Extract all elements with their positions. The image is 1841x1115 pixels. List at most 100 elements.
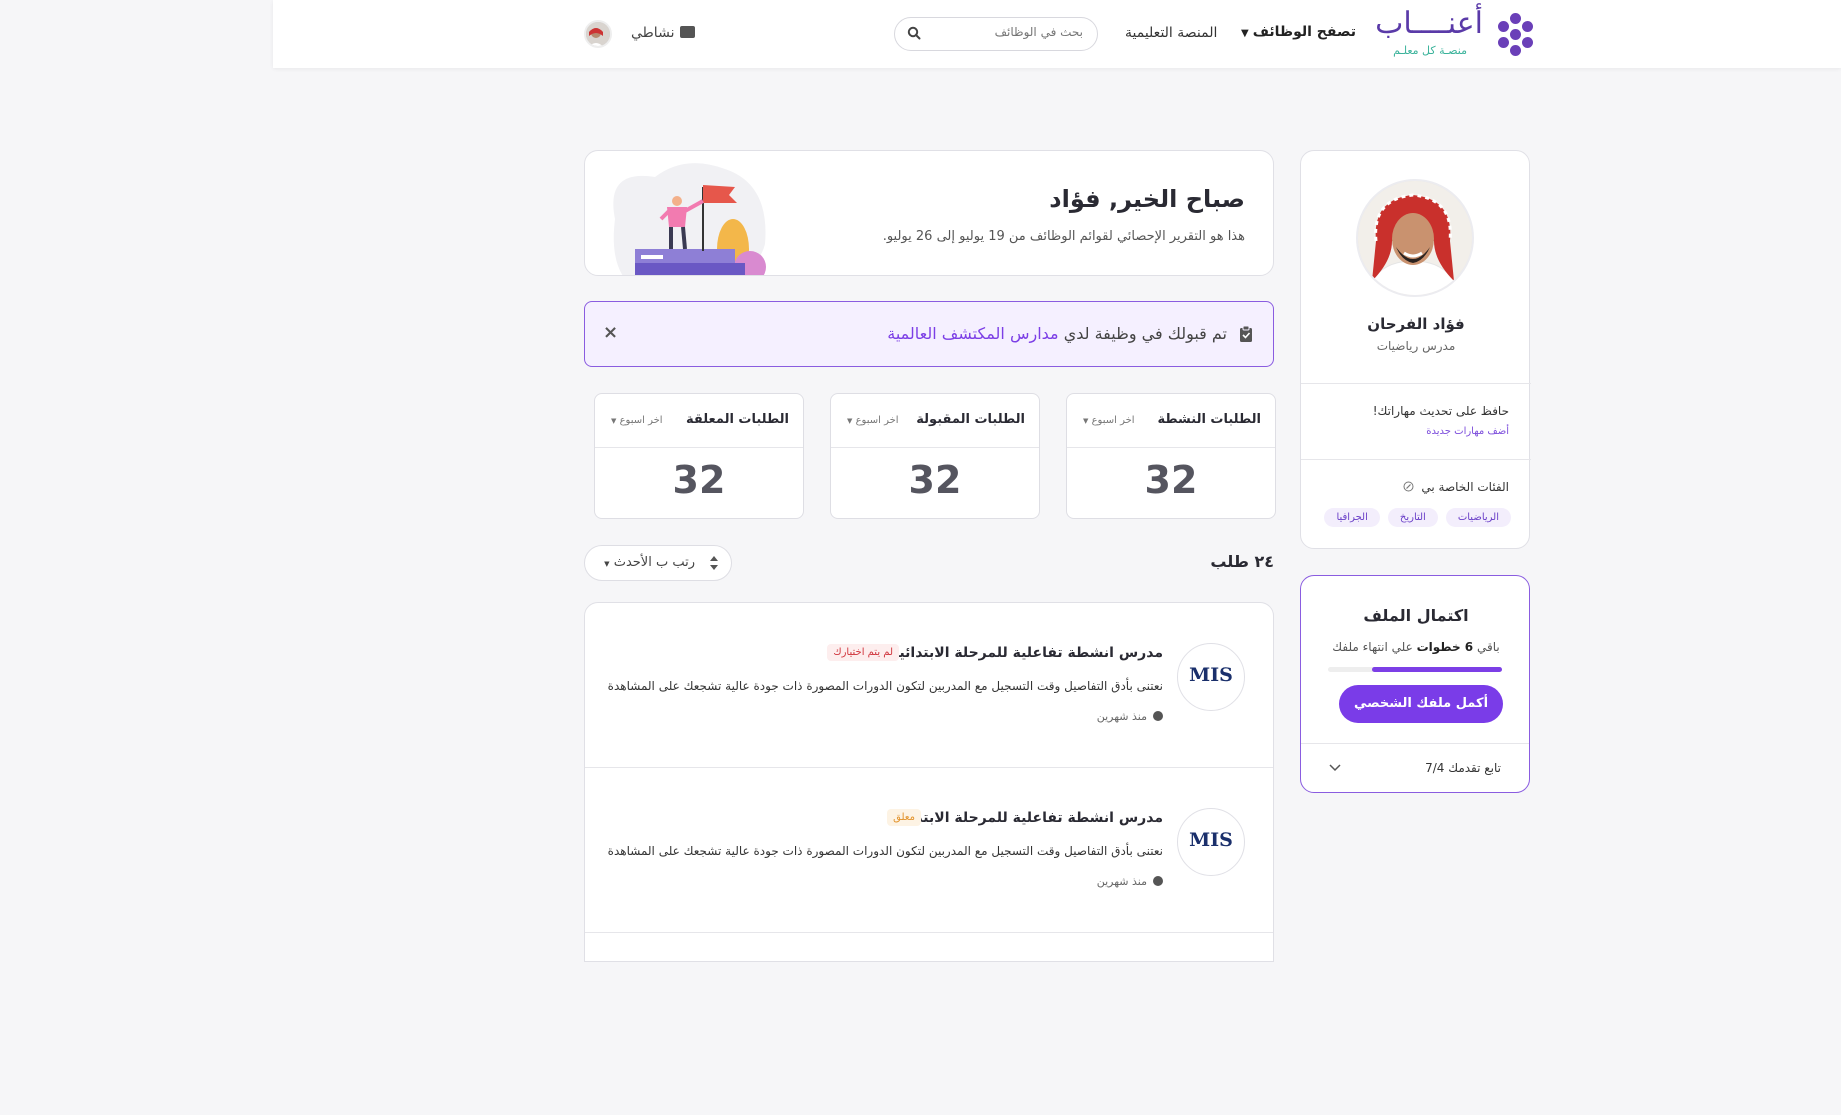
caret-down-icon: ▼ bbox=[1241, 28, 1249, 39]
notice-prefix: تم قبولك في وظيفة لدي bbox=[1063, 324, 1227, 343]
profile-job-title: مدرس رياضيات bbox=[1376, 339, 1456, 353]
caret-down-icon: ▼ bbox=[847, 417, 853, 425]
job-description: نعتنى بأدق التفاصيل وقت التسجيل مع المدر… bbox=[607, 844, 1163, 858]
sort-label: رتب ب الأحدث ▼ bbox=[604, 555, 695, 570]
stat-card-active: الطلبات النشطة اخر اسبوع ▼ 32 bbox=[1066, 393, 1276, 519]
briefcase-icon bbox=[680, 26, 696, 38]
acceptance-notice: تم قبولك في وظيفة لدي مدارس المكتشف العا… bbox=[584, 301, 1274, 367]
stat-period-dropdown[interactable]: اخر اسبوع ▼ bbox=[611, 415, 663, 426]
school-logo-text: MIS bbox=[1189, 829, 1233, 851]
follow-progress-label: تابع تقدمك 7/4 bbox=[1425, 761, 1501, 775]
logo-tagline: منصـة كل معلـم bbox=[1393, 44, 1467, 57]
job-title[interactable]: مدرس انشطة تفاعلية للمرحلة الابتدائية bbox=[891, 645, 1163, 661]
avatar-image bbox=[586, 22, 610, 46]
stat-title: الطلبات المعلقة bbox=[685, 412, 789, 427]
remaining-prefix: باقي bbox=[1476, 640, 1500, 654]
job-time: منذ شهرين bbox=[1097, 875, 1163, 888]
search-input[interactable] bbox=[933, 25, 1083, 39]
category-chip[interactable]: الرياضيات bbox=[1445, 508, 1511, 527]
nav-edu-platform[interactable]: المنصة التعليمية bbox=[1125, 25, 1217, 41]
remaining-suffix: علي انتهاء ملفك bbox=[1332, 640, 1413, 654]
job-time-label: منذ شهرين bbox=[1096, 710, 1147, 723]
complete-profile-button[interactable]: أكمل ملفك الشخصي bbox=[1339, 685, 1503, 723]
welcome-card: صباح الخير, فؤاد هذا هو التقرير الإحصائي… bbox=[584, 150, 1274, 276]
profile-card: فؤاد الفرحان مدرس رياضيات حافظ على تحديث… bbox=[1300, 150, 1531, 549]
completion-remaining: باقي 6 خطوات علي انتهاء ملفك bbox=[1301, 640, 1531, 654]
completion-title: اكتمال الملف bbox=[1363, 606, 1469, 625]
welcome-subtitle: هذا هو التقرير الإحصائي لقوائم الوظائف م… bbox=[882, 229, 1245, 244]
logo-wordmark: أعنــــاب bbox=[1375, 6, 1483, 41]
clock-icon bbox=[1153, 711, 1163, 721]
status-badge: معلق bbox=[887, 809, 921, 826]
chevron-down-icon bbox=[1329, 764, 1341, 772]
divider bbox=[595, 447, 803, 448]
nav-browse-jobs[interactable]: تصفح الوظائف▼ bbox=[1241, 24, 1356, 40]
divider bbox=[1301, 383, 1531, 384]
clock-icon bbox=[1153, 876, 1163, 886]
school-logo: MIS bbox=[1177, 643, 1245, 711]
stat-period-label: اخر اسبوع bbox=[855, 415, 899, 426]
sort-dropdown[interactable]: رتب ب الأحدث ▼ bbox=[584, 545, 732, 581]
school-logo: MIS bbox=[1177, 808, 1245, 876]
nav-browse-jobs-label: تصفح الوظائف bbox=[1252, 24, 1357, 40]
edit-icon[interactable] bbox=[1403, 481, 1414, 492]
divider bbox=[831, 447, 1039, 448]
my-activity-link[interactable]: نشاطي bbox=[631, 25, 696, 41]
follow-progress-toggle[interactable]: تابع تقدمك 7/4 bbox=[1301, 743, 1529, 793]
sort-label-text: رتب ب الأحدث bbox=[613, 555, 695, 570]
skills-message: حافظ على تحديث مهاراتك! bbox=[1372, 404, 1509, 418]
list-item[interactable]: MIS مدرس انشطة تفاعلية للمرحلة الابتدائي… bbox=[585, 768, 1273, 933]
stat-value: 32 bbox=[908, 458, 962, 502]
close-notice-button[interactable]: × bbox=[603, 322, 618, 343]
divider bbox=[1301, 459, 1531, 460]
grape-logo-icon bbox=[1497, 13, 1533, 56]
notice-text: تم قبولك في وظيفة لدي مدارس المكتشف العا… bbox=[887, 324, 1227, 343]
caret-down-icon: ▼ bbox=[1083, 417, 1089, 425]
my-activity-label: نشاطي bbox=[631, 25, 675, 41]
job-description: نعتنى بأدق التفاصيل وقت التسجيل مع المدر… bbox=[607, 679, 1163, 693]
search-box bbox=[894, 17, 1098, 51]
school-logo-text: MIS bbox=[1189, 664, 1233, 686]
clipboard-check-icon bbox=[1240, 326, 1252, 342]
applications-count: ٢٤ طلب bbox=[1210, 552, 1274, 571]
stat-card-accepted: الطلبات المقبولة اخر اسبوع ▼ 32 bbox=[830, 393, 1040, 519]
site-logo[interactable]: أعنــــاب منصـة كل معلـم bbox=[1373, 6, 1533, 60]
profile-name: فؤاد الفرحان bbox=[1367, 315, 1465, 333]
stat-value: 32 bbox=[1144, 458, 1198, 502]
job-title[interactable]: مدرس انشطة تفاعلية للمرحلة الابتدائية bbox=[891, 810, 1163, 826]
job-time: منذ شهرين bbox=[1097, 710, 1163, 723]
stat-period-dropdown[interactable]: اخر اسبوع ▼ bbox=[847, 415, 899, 426]
stat-period-label: اخر اسبوع bbox=[1091, 415, 1135, 426]
stat-period-label: اخر اسبوع bbox=[619, 415, 663, 426]
profile-photo bbox=[1356, 179, 1474, 297]
goal-flag-illustration bbox=[613, 163, 766, 275]
category-chips: الرياضيات التاريخ الجرافيا bbox=[1324, 508, 1511, 527]
stat-period-dropdown[interactable]: اخر اسبوع ▼ bbox=[1083, 415, 1135, 426]
stat-value: 32 bbox=[672, 458, 726, 502]
my-categories-label: الفئات الخاصة بي bbox=[1421, 480, 1509, 494]
caret-down-icon: ▼ bbox=[604, 560, 610, 568]
applications-list: MIS مدرس انشطة تفاعلية للمرحلة الابتدائي… bbox=[584, 602, 1274, 962]
remaining-steps: 6 خطوات bbox=[1416, 640, 1474, 654]
welcome-title: صباح الخير, فؤاد bbox=[1049, 185, 1245, 213]
job-time-label: منذ شهرين bbox=[1096, 875, 1147, 888]
completion-progress-fill bbox=[1371, 667, 1502, 672]
add-skills-link[interactable]: أضف مهارات جديدة bbox=[1426, 426, 1509, 437]
category-chip[interactable]: الجرافيا bbox=[1324, 508, 1380, 527]
completion-progress-bar bbox=[1328, 667, 1502, 672]
stat-card-pending: الطلبات المعلقة اخر اسبوع ▼ 32 bbox=[594, 393, 804, 519]
stat-title: الطلبات النشطة bbox=[1157, 412, 1261, 427]
my-categories-title: الفئات الخاصة بي bbox=[1403, 480, 1509, 494]
notice-company-link[interactable]: مدارس المكتشف العالمية bbox=[887, 324, 1058, 343]
caret-down-icon: ▼ bbox=[611, 417, 617, 425]
category-chip[interactable]: التاريخ bbox=[1387, 508, 1438, 527]
user-avatar[interactable] bbox=[584, 20, 612, 48]
search-icon[interactable] bbox=[907, 26, 921, 40]
divider bbox=[1067, 447, 1275, 448]
profile-completion-card: اكتمال الملف باقي 6 خطوات علي انتهاء ملف… bbox=[1300, 575, 1530, 793]
top-navbar: أعنــــاب منصـة كل معلـم تصفح الوظائف▼ ا… bbox=[273, 0, 1841, 68]
status-badge: لم يتم اختيارك bbox=[827, 644, 899, 661]
stat-title: الطلبات المقبولة bbox=[916, 412, 1025, 427]
list-item[interactable]: MIS مدرس انشطة تفاعلية للمرحلة الابتدائي… bbox=[585, 603, 1273, 768]
sort-icon bbox=[710, 556, 718, 570]
